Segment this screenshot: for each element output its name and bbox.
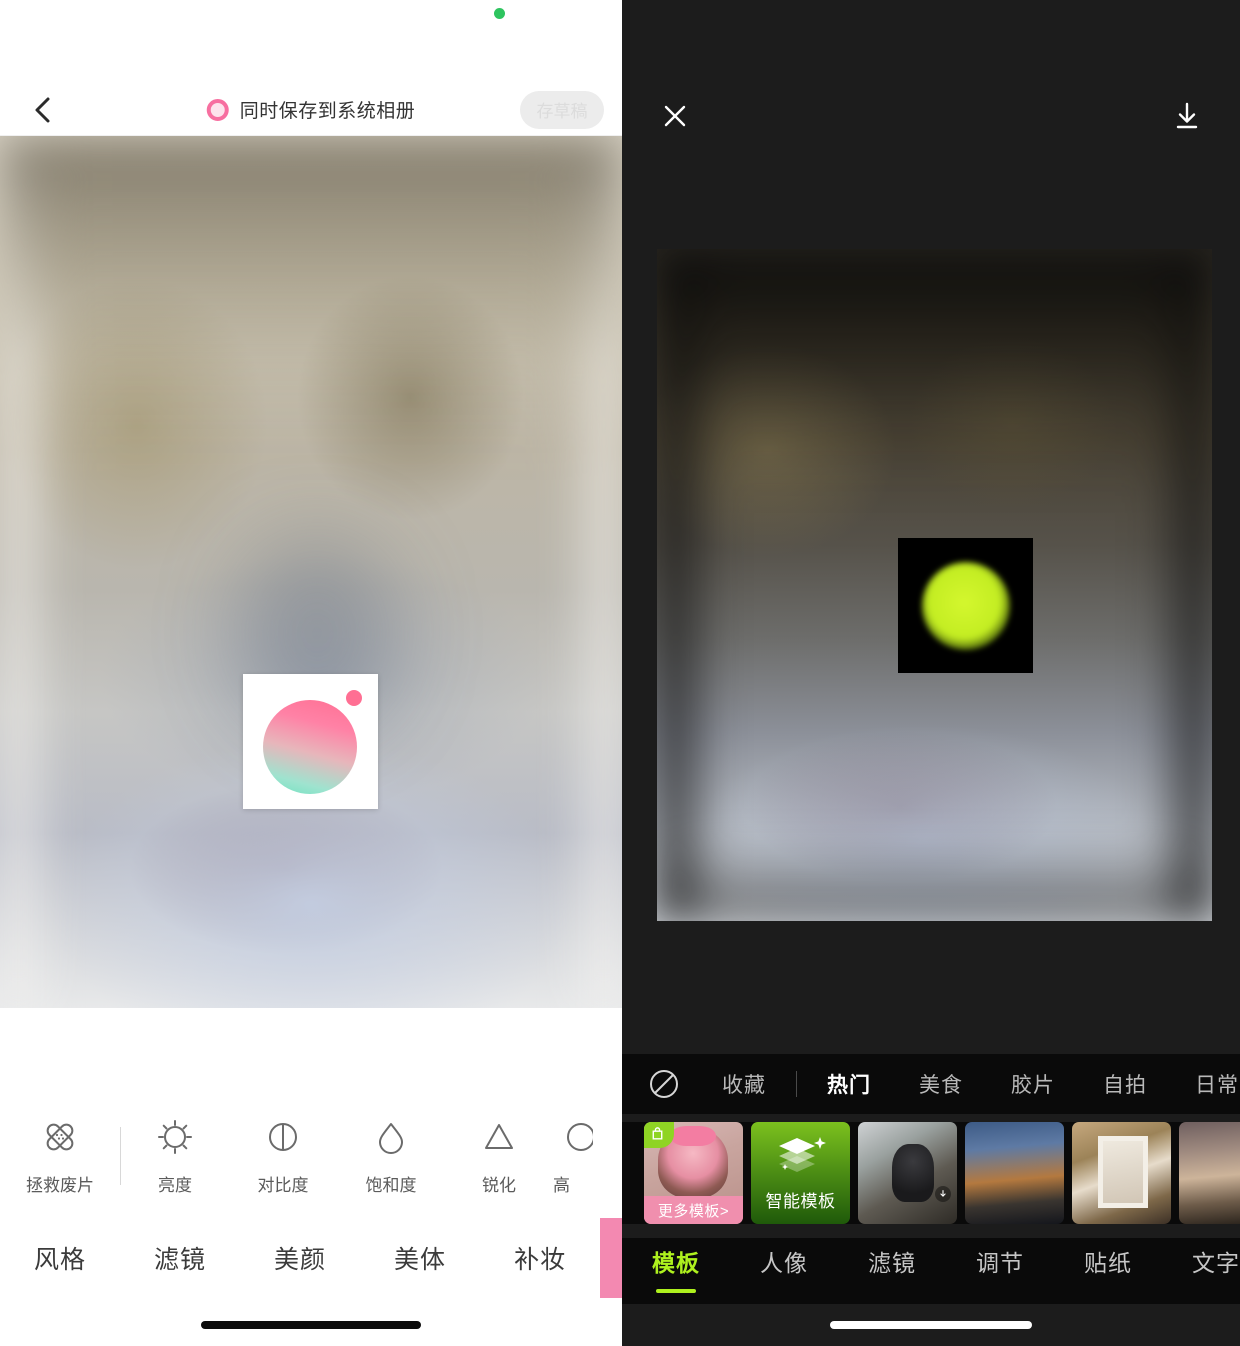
tab-label: 滤镜 xyxy=(154,1246,207,1274)
left-photo-canvas[interactable] xyxy=(0,136,622,1008)
tab-filter[interactable]: 滤镜 xyxy=(838,1244,946,1278)
brightness-sun-icon xyxy=(155,1117,195,1157)
tab-label: 贴纸 xyxy=(1084,1250,1132,1276)
save-to-album-toggle[interactable]: 同时保存到系统相册 xyxy=(206,96,416,123)
bandage-icon xyxy=(40,1117,80,1157)
save-to-album-label: 同时保存到系统相册 xyxy=(239,101,416,122)
adjust-tool-highlight[interactable]: 高 xyxy=(553,1117,613,1196)
tab-sticker[interactable]: 贴纸 xyxy=(1054,1244,1162,1278)
green-glow-sticker[interactable] xyxy=(898,538,1033,673)
tab-label: 美颜 xyxy=(274,1246,327,1274)
tab-filter[interactable]: 滤镜 xyxy=(120,1218,240,1298)
right-bottom-tabs: 模板 人像 滤镜 调节 贴纸 文字 特 xyxy=(622,1238,1240,1304)
left-phone-panel: 同时保存到系统相册 存草稿 拯救废片 亮度 对比度 饱和度 锐化 高 风格 滤镜… xyxy=(0,0,622,1346)
download-icon xyxy=(1176,102,1198,129)
left-top-bar: 同时保存到系统相册 存草稿 xyxy=(0,84,622,136)
adjust-tool-label: 拯救废片 xyxy=(26,1175,94,1195)
smart-template-label: 智能模板 xyxy=(765,1192,836,1211)
left-adjust-toolbar: 拯救废片 亮度 对比度 饱和度 锐化 高 xyxy=(0,1100,622,1212)
sticker-green-glow xyxy=(921,561,1010,650)
highlight-circle-icon xyxy=(553,1117,593,1157)
left-bottom-tabs: 风格 滤镜 美颜 美体 补妆 xyxy=(0,1218,622,1298)
no-filter-icon xyxy=(650,1070,678,1098)
category-film[interactable]: 胶片 xyxy=(987,1069,1079,1099)
sticker-gradient-circle xyxy=(263,700,357,794)
template-category-bar: 收藏 热门 美食 胶片 自拍 日常 果 xyxy=(622,1054,1240,1114)
adjust-tool-contrast[interactable]: 对比度 xyxy=(229,1117,337,1196)
thumbnail-more-templates[interactable]: 更多模板> xyxy=(644,1122,743,1224)
tab-active-underline xyxy=(656,1289,696,1293)
adjust-tool-label: 锐化 xyxy=(482,1175,516,1195)
tab-label: 人像 xyxy=(760,1250,808,1276)
contrast-circle-icon xyxy=(263,1117,303,1157)
category-daily[interactable]: 日常 xyxy=(1171,1069,1240,1099)
thumbnail-smart-template[interactable]: 智能模板 xyxy=(751,1122,850,1224)
adjust-tool-label: 饱和度 xyxy=(365,1175,417,1195)
no-filter-button[interactable] xyxy=(644,1064,684,1104)
tab-label: 风格 xyxy=(34,1246,87,1274)
tab-label: 美体 xyxy=(394,1246,447,1274)
close-x-icon xyxy=(664,105,686,127)
save-draft-button[interactable]: 存草稿 xyxy=(520,90,604,129)
tab-label: 模板 xyxy=(652,1250,700,1276)
tab-label: 文字 xyxy=(1192,1250,1240,1276)
thumbnail-template-photo-1[interactable] xyxy=(858,1122,957,1224)
tab-makeup[interactable]: 补妆 xyxy=(480,1218,600,1298)
right-phone-panel: 收藏 热门 美食 胶片 自拍 日常 果 更多模板> xyxy=(622,0,1240,1346)
dual-phone-screenshot: 同时保存到系统相册 存草稿 拯救废片 亮度 对比度 饱和度 锐化 高 风格 滤镜… xyxy=(0,0,1240,1346)
tab-text[interactable]: 文字 xyxy=(1162,1244,1240,1278)
right-top-bar xyxy=(622,84,1240,148)
back-button[interactable] xyxy=(30,97,56,123)
radio-selected-icon xyxy=(206,98,229,121)
thumbnail-download-icon xyxy=(935,1186,951,1202)
tab-beauty[interactable]: 美颜 xyxy=(240,1218,360,1298)
status-indicator-dot xyxy=(494,8,505,19)
more-templates-label: 更多模板> xyxy=(644,1196,743,1224)
shopping-bag-icon xyxy=(644,1122,674,1148)
close-button[interactable] xyxy=(658,99,692,133)
adjust-tool-label: 亮度 xyxy=(158,1175,192,1195)
tab-label: 调节 xyxy=(976,1250,1024,1276)
category-favorites[interactable]: 收藏 xyxy=(698,1069,790,1099)
adjust-tool-label: 对比度 xyxy=(257,1175,309,1195)
category-food[interactable]: 美食 xyxy=(895,1069,987,1099)
home-indicator-right xyxy=(830,1321,1032,1329)
tab-label: 滤镜 xyxy=(868,1250,916,1276)
tab-face-slim[interactable]: 去瘦脸 xyxy=(600,1218,622,1298)
download-button[interactable] xyxy=(1170,99,1204,133)
template-thumbnail-row[interactable]: 更多模板> 智能模板 xyxy=(622,1122,1240,1224)
chevron-left-icon xyxy=(35,97,50,122)
layers-sparkle-icon xyxy=(775,1134,827,1179)
category-divider xyxy=(796,1071,797,1097)
sticker-accent-dot xyxy=(346,690,362,706)
adjust-tool-sharpen[interactable]: 锐化 xyxy=(445,1117,553,1196)
category-selfie[interactable]: 自拍 xyxy=(1079,1069,1171,1099)
adjust-tool-saturation[interactable]: 饱和度 xyxy=(337,1117,445,1196)
tab-label: 补妆 xyxy=(514,1246,567,1274)
adjust-tool-brightness[interactable]: 亮度 xyxy=(121,1117,229,1196)
sharpen-triangle-icon xyxy=(479,1117,519,1157)
tab-adjust[interactable]: 调节 xyxy=(946,1244,1054,1278)
thumbnail-template-photo-4[interactable] xyxy=(1179,1122,1240,1224)
thumbnail-template-photo-3[interactable] xyxy=(1072,1122,1171,1224)
category-hot[interactable]: 热门 xyxy=(803,1069,895,1099)
tab-style[interactable]: 风格 xyxy=(0,1218,120,1298)
home-indicator-left xyxy=(201,1321,421,1329)
thumbnail-preview-bow xyxy=(670,1126,716,1146)
tab-portrait[interactable]: 人像 xyxy=(730,1244,838,1278)
thumbnail-template-photo-2[interactable] xyxy=(965,1122,1064,1224)
tab-body[interactable]: 美体 xyxy=(360,1218,480,1298)
adjust-tool-label: 高 xyxy=(553,1175,570,1195)
gradient-circle-sticker[interactable] xyxy=(243,674,378,809)
right-photo-canvas[interactable] xyxy=(657,249,1212,921)
adjust-tool-rescue[interactable]: 拯救废片 xyxy=(0,1117,120,1196)
saturation-droplet-icon xyxy=(371,1117,411,1157)
tab-template[interactable]: 模板 xyxy=(622,1244,730,1293)
